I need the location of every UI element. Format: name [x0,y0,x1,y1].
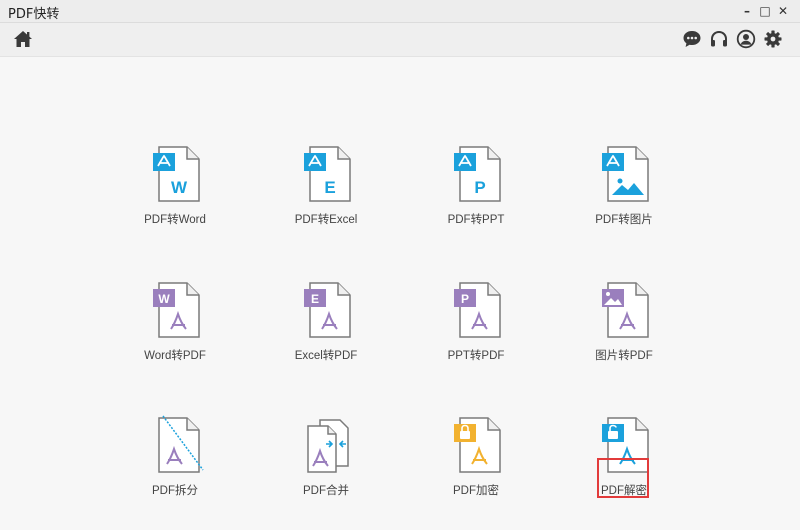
image-to-pdf-icon [602,282,649,338]
excel-to-pdf-icon: E [304,282,351,338]
word-to-pdf-label: Word转PDF [144,350,206,362]
ppt-to-pdf-label: PPT转PDF [447,350,505,362]
word-to-pdf-icon: W [153,282,200,338]
pdf-to-ppt-label: PDF转PPT [447,214,505,226]
app-title: PDF快转 [8,7,60,22]
pdf-split-icon [158,415,204,473]
image-to-pdf-tile[interactable]: 图片转PDF [564,279,684,389]
pdf-decrypt-tile[interactable]: PDF解密 [564,414,684,524]
pdf-to-ppt-letter: P [474,178,485,197]
pdf-to-word-letter: W [171,178,188,197]
chat-button[interactable] [681,28,703,50]
pdf-to-word-label: PDF转Word [144,214,206,226]
excel-to-pdf-tile[interactable]: E Excel转PDF [266,279,386,389]
pdf-encrypt-label: PDF加密 [453,485,499,497]
pdf-merge-tile[interactable]: PDF合并 [266,414,386,524]
user-icon [736,29,756,49]
close-button[interactable]: ✕ [774,2,792,20]
pdf-to-ppt-icon: P [454,146,501,202]
image-to-pdf-label: 图片转PDF [595,350,653,362]
home-button[interactable] [12,28,34,50]
pdf-split-label: PDF拆分 [152,485,198,497]
pdf-to-excel-label: PDF转Excel [294,214,358,226]
pdf-encrypt-tile[interactable]: PDF加密 [416,414,536,524]
excel-to-pdf-badge: E [311,292,319,306]
pdf-to-excel-letter: E [324,178,335,197]
tool-grid: W PDF转Word E PDF转Excel P PDF转PPT PDF转图片 … [0,57,800,530]
pdf-to-image-icon [602,146,649,202]
home-icon [14,31,32,47]
word-to-pdf-tile[interactable]: W Word转PDF [115,279,235,389]
pdf-to-image-tile[interactable]: PDF转图片 [564,143,684,253]
pdf-decrypt-icon [602,417,649,473]
headset-icon [711,30,727,47]
pdf-to-excel-icon: E [304,146,351,202]
gear-icon [764,30,782,48]
pdf-split-tile[interactable]: PDF拆分 [115,414,235,524]
word-to-pdf-badge: W [158,292,170,306]
pdf-merge-icon [307,419,349,473]
toolbar-actions [681,28,784,50]
pdf-to-word-icon: W [153,146,200,202]
pdf-to-ppt-tile[interactable]: P PDF转PPT [416,143,536,253]
maximize-button[interactable]: □ [756,2,774,20]
pdf-to-image-label: PDF转图片 [595,214,653,226]
pdf-decrypt-label: PDF解密 [601,485,647,497]
ppt-to-pdf-badge: P [461,292,469,306]
title-bar: PDF快转 – □ ✕ [0,0,800,23]
window-controls: – □ ✕ [738,2,792,20]
pdf-merge-label: PDF合并 [303,485,349,497]
pdf-encrypt-icon [454,417,501,473]
ppt-to-pdf-icon: P [454,282,501,338]
account-button[interactable] [735,28,757,50]
support-button[interactable] [708,28,730,50]
pdf-to-excel-tile[interactable]: E PDF转Excel [266,143,386,253]
minimize-button[interactable]: – [738,2,756,20]
pdf-to-word-tile[interactable]: W PDF转Word [115,143,235,253]
settings-button[interactable] [762,28,784,50]
toolbar [0,23,800,57]
excel-to-pdf-label: Excel转PDF [294,350,358,362]
chat-icon [683,31,701,47]
ppt-to-pdf-tile[interactable]: P PPT转PDF [416,279,536,389]
